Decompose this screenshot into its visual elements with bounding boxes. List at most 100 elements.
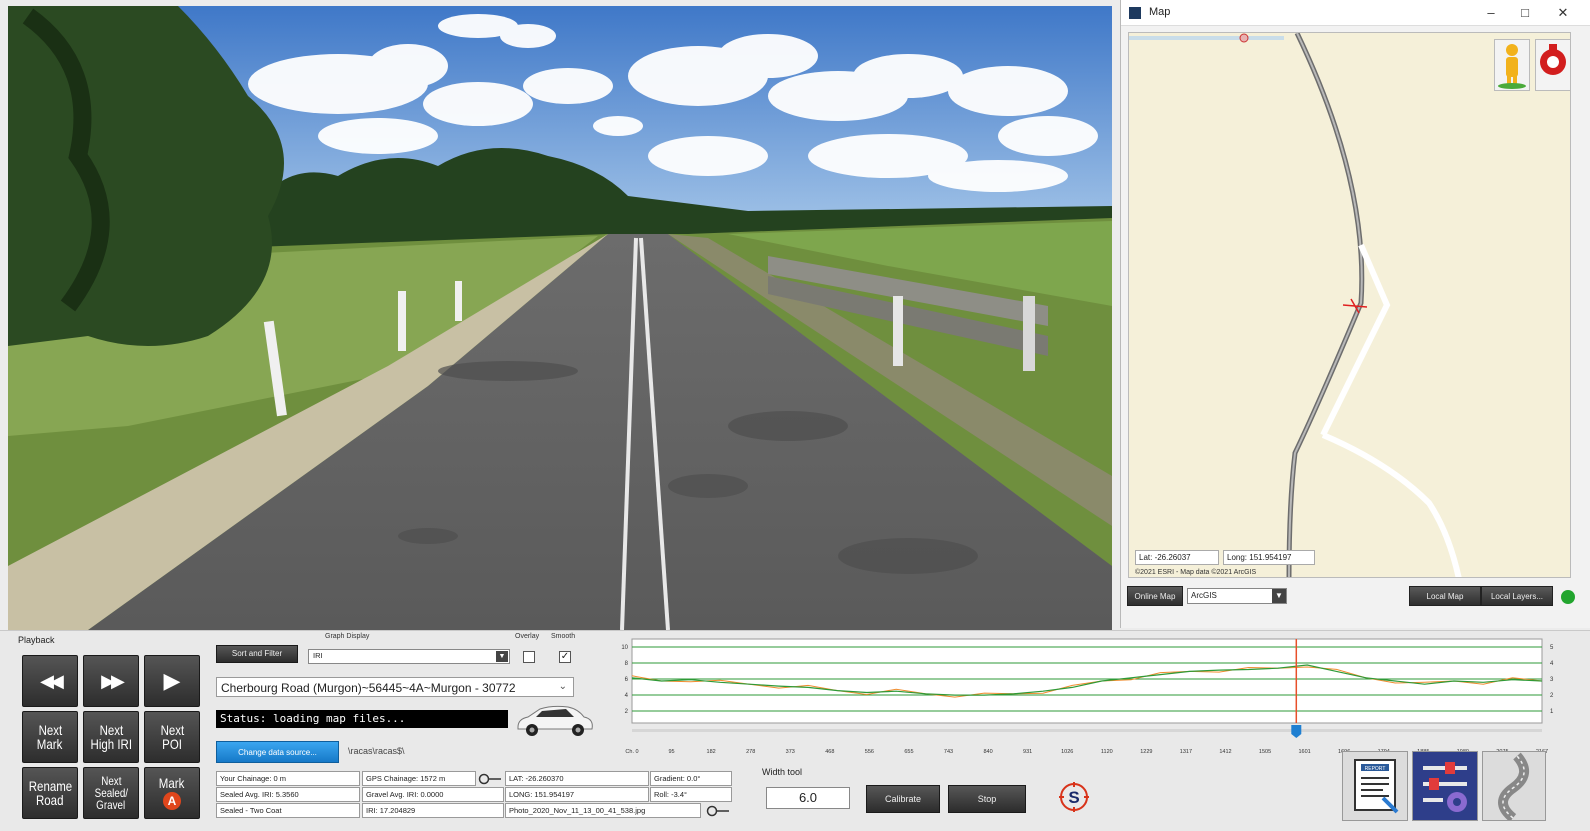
overlay-label: Overlay <box>515 633 540 640</box>
long-readout: LONG: 151.954197 <box>505 787 649 802</box>
rewind-icon: ◀◀ <box>40 671 64 691</box>
right-tick-label: 2 <box>1550 693 1554 699</box>
status-text: Status: loading map files... <box>216 710 508 728</box>
x-tick-label: 931 <box>1023 749 1032 755</box>
x-tick-label: 373 <box>786 749 795 755</box>
x-tick-label: Ch. 0 <box>625 749 638 755</box>
local-map-button[interactable]: Local Map <box>1409 586 1481 606</box>
x-tick-label: 743 <box>944 749 953 755</box>
maximize-button[interactable]: □ <box>1515 3 1535 23</box>
mark-badge: A <box>163 792 181 810</box>
road-select[interactable]: Cherbourg Road (Murgon)~56445~4A~Murgon … <box>216 677 574 697</box>
roll-readout: Roll: -3.4° <box>650 787 732 802</box>
road-select-value: Cherbourg Road (Murgon)~56445~4A~Murgon … <box>221 681 516 695</box>
rename-road-button[interactable]: Rename Road <box>22 767 78 819</box>
y-tick-label: 8 <box>625 661 629 667</box>
right-tick-label: 5 <box>1550 645 1554 651</box>
map-canvas[interactable]: Lat: -26.26037 Long: 151.954197 ©2021 ES… <box>1128 32 1571 578</box>
y-tick-label: 6 <box>625 677 629 683</box>
timeline-thumb[interactable] <box>1291 725 1302 738</box>
sort-filter-button[interactable]: Sort and Filter <box>216 645 298 663</box>
width-input[interactable]: 6.0 <box>766 787 850 809</box>
stop-button[interactable]: Stop <box>948 785 1026 813</box>
mark-label: Mark <box>159 775 185 791</box>
graph-display-label: Graph Display <box>325 633 370 640</box>
next-sealed-gravel-button[interactable]: Next Sealed/ Gravel <box>83 767 139 819</box>
report-icon[interactable]: REPORT <box>1342 751 1408 821</box>
settings-sliders-icon[interactable] <box>1412 751 1478 821</box>
map-zoom-slider[interactable] <box>1129 33 1284 43</box>
timeline-track[interactable] <box>632 729 1542 732</box>
right-tick-label: 4 <box>1550 661 1554 667</box>
iri-readout: IRI: 17.204829 <box>362 803 504 818</box>
rewind-button[interactable]: ◀◀ <box>22 655 78 707</box>
photo-filename: Photo_2020_Nov_11_13_00_41_538.jpg <box>505 803 701 818</box>
smooth-checkbox[interactable]: ✓ <box>559 651 571 663</box>
fast-forward-button[interactable]: ▶▶ <box>83 655 139 707</box>
gravel-avg-iri: Gravel Avg. IRI: 0.0000 <box>362 787 504 802</box>
map-source-value: ArcGIS <box>1191 591 1217 600</box>
x-tick-label: 840 <box>983 749 992 755</box>
map-window: Map – □ ✕ Lat: -26.26037 Long: 151.95419… <box>1120 0 1590 628</box>
x-tick-label: 1317 <box>1180 749 1192 755</box>
map-bottom-bar: Online Map ArcGIS ▼ Local Map Local Laye… <box>1121 582 1590 614</box>
y-tick-label: 4 <box>625 693 629 699</box>
map-long-display: Long: 151.954197 <box>1223 550 1315 565</box>
playback-group-label: Playback <box>18 635 55 645</box>
overlay-checkbox[interactable] <box>523 651 535 663</box>
chevron-down-icon: ⌄ <box>558 681 567 692</box>
next-poi-button[interactable]: Next POI <box>144 711 200 763</box>
calibrate-button[interactable]: Calibrate <box>866 785 940 813</box>
x-tick-label: 556 <box>865 749 874 755</box>
map-titlebar: Map – □ ✕ <box>1121 0 1590 26</box>
record-pin-icon[interactable] <box>1535 39 1570 91</box>
graph-area <box>631 638 1543 724</box>
next-high-iri-button[interactable]: Next High IRI <box>83 711 139 763</box>
road-curve-icon[interactable] <box>1482 751 1546 822</box>
check-icon: ✓ <box>560 651 570 662</box>
x-tick-label: 1120 <box>1101 749 1113 755</box>
vehicle-icon <box>517 705 593 736</box>
data-source-path: \racas\racas$\ <box>348 746 405 756</box>
connection-status-dot <box>1561 590 1575 604</box>
next-high-iri-label-2: High IRI <box>90 736 132 752</box>
x-tick-label: 1026 <box>1061 749 1073 755</box>
play-button[interactable]: ▶ <box>144 655 200 707</box>
map-attribution: ©2021 ESRI - Map data ©2021 ArcGIS <box>1135 569 1257 576</box>
next-mark-label-1: Next <box>38 722 62 738</box>
control-panel: Playback ◀◀ ▶▶ ▶ Next Mark Next High IRI… <box>0 630 1590 831</box>
key-icon[interactable] <box>478 773 502 785</box>
x-tick-label: 1505 <box>1259 749 1271 755</box>
compass-letter: S <box>1068 788 1079 807</box>
lat-readout: LAT: -26.260370 <box>505 771 649 786</box>
next-high-iri-label-1: Next <box>99 722 123 738</box>
x-tick-label: 95 <box>669 749 675 755</box>
road-scene-image <box>8 6 1112 630</box>
map-source-select[interactable]: ArcGIS ▼ <box>1187 588 1287 604</box>
x-tick-label: 1229 <box>1140 749 1152 755</box>
sealed-avg-iri: Sealed Avg. IRI: 5.3560 <box>216 787 360 802</box>
change-data-source-button[interactable]: Change data source... <box>216 741 339 763</box>
y-tick-label: 10 <box>621 645 628 651</box>
close-button[interactable]: ✕ <box>1553 3 1573 23</box>
map-window-title: Map <box>1149 6 1171 18</box>
local-layers-button[interactable]: Local Layers... <box>1481 586 1553 606</box>
next-mark-label-2: Mark <box>37 736 63 752</box>
next-poi-label-2: POI <box>162 736 182 752</box>
next-mark-button[interactable]: Next Mark <box>22 711 78 763</box>
key-icon[interactable] <box>706 805 730 817</box>
smooth-label: Smooth <box>551 633 576 640</box>
your-chainage: Your Chainage: 0 m <box>216 771 360 786</box>
rename-road-label-1: Rename <box>28 778 72 794</box>
chevron-down-icon: ▼ <box>1272 589 1286 603</box>
mark-button[interactable]: Mark A <box>144 767 200 819</box>
minimize-button[interactable]: – <box>1481 3 1501 23</box>
x-tick-label: 1601 <box>1298 749 1310 755</box>
iri-graph[interactable]: 10 8 6 4 2 5 4 3 2 1 Ch. 0 95 182 278 373 468 556 655 743 8… <box>618 635 1558 759</box>
street-view-person-icon[interactable] <box>1494 39 1530 91</box>
fast-forward-icon: ▶▶ <box>101 671 125 691</box>
online-map-button[interactable]: Online Map <box>1127 586 1183 606</box>
graph-display-select[interactable]: IRI ▼ <box>308 649 510 664</box>
surface-type: Sealed - Two Coat <box>216 803 360 818</box>
compass-icon[interactable]: S <box>1058 781 1090 813</box>
